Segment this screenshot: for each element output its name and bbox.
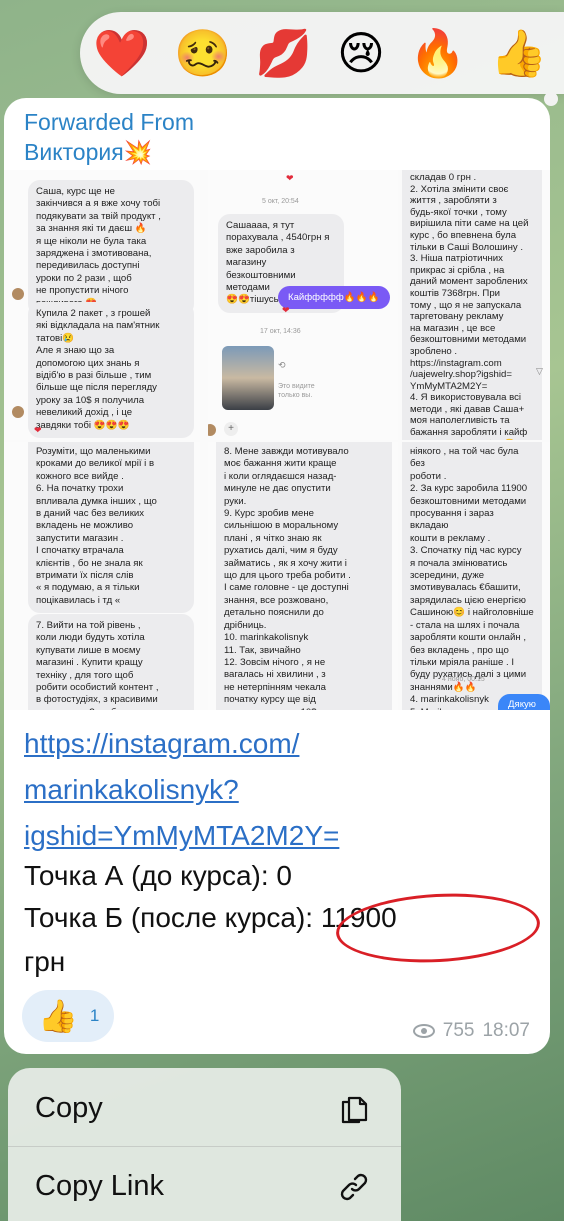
menu-item-copy-link[interactable]: Copy Link [8,1148,401,1221]
collage-panel-1: Саша, курс ще не закінчився а я вже хочу… [4,170,200,440]
instagram-link-line-1[interactable]: https://instagram.com/ [24,726,299,762]
chat-message: Саша, курс ще не закінчився а я вже хочу… [28,180,194,317]
share-arrow-icon: ▽ [536,366,543,376]
reaction-kiss[interactable]: 💋 [255,25,312,81]
view-count: 755 [442,1020,475,1041]
message-meta: 755 18:07 [412,1020,530,1042]
screenshot-collage[interactable]: Саша, курс ще не закінчився а я вже хочу… [4,170,550,710]
collage-panel-2: ❤ 5 окт, 20:54 Сашаааа, я тут порахувала… [208,170,398,440]
chat-date: 17 окт, 14:36 [260,328,301,335]
reaction-fire[interactable]: 🔥 [409,25,466,81]
forwarded-sender-name: Виктория [24,139,124,165]
chat-message: складав 0 грн . 2. Хотіла змінити своє ж… [402,170,542,440]
reaction-thumbs-up[interactable]: 👍 [490,25,547,81]
point-a-text: Точка А (до курса): 0 [24,860,292,891]
reaction-count: 1 [89,1006,100,1025]
eye-icon [412,1024,435,1038]
shared-photo [222,346,274,410]
instagram-link-line-2[interactable]: marinkakolisnyk? [24,772,239,808]
chat-message-sent: Кайффффф🔥🔥🔥 [278,286,390,309]
reaction-bar: ❤️ 🥴 💋 😢 🔥 👍 [80,12,564,94]
reaction-heart[interactable]: ❤️ [93,25,150,81]
chat-message: 8. Мене завжди мотивувало моє бажання жи… [216,442,392,710]
avatar [208,424,216,436]
menu-item-copy-label: Copy [35,1091,103,1124]
collage-panel-6: ніякого , на той час була без роботи . 2… [402,442,550,710]
collage-panel-4: Розуміти, що маленькими кроками до велик… [4,442,200,710]
thumbs-up-icon: 👍 [38,997,78,1035]
menu-divider [8,1146,401,1147]
collage-panel-3: складав 0 грн . 2. Хотіла змінити своє ж… [402,170,550,440]
reaction-crying-face[interactable]: 😢 [337,25,385,81]
add-reaction-icon: + [224,422,238,436]
chat-message: Купила 2 пакет , з грошей які відкладала… [28,302,194,439]
reaction-bar-tail [544,92,558,106]
chat-message: ніякого , на той час була без роботи . 2… [402,442,542,710]
context-menu: Copy Copy Link [8,1068,401,1221]
reaction-woozy-face[interactable]: 🥴 [174,25,231,81]
avatar [12,288,24,300]
link-icon [340,1173,368,1201]
forwarded-sender[interactable]: Виктория💥 [24,138,152,167]
heart-reaction: ❤ [286,174,294,184]
chat-date: 5 окт, 20:54 [262,198,299,205]
instagram-link-line-3[interactable]: igshid=YmMyMTA2M2Y= [24,818,339,854]
avatar [12,406,24,418]
deleted-note: Это видите только вы. [278,383,315,399]
reaction-chip[interactable]: 👍 1 [22,990,114,1042]
copy-icon [341,1096,368,1124]
collision-emoji: 💥 [123,140,153,166]
currency-text: грн [24,946,66,977]
chat-date: 4 нояб, 00:15 [442,676,485,683]
menu-item-copy-link-label: Copy Link [35,1169,164,1202]
timer-icon: ⟲ [278,360,286,370]
forwarded-label: Forwarded From [24,109,194,135]
chat-message-sent: Дякую❤️ [498,694,550,710]
heart-reaction: ❤ [282,306,290,316]
collage-panel-5: 8. Мене завжди мотивувало моє бажання жи… [208,442,398,710]
message-time: 18:07 [482,1020,530,1041]
chat-message: Розуміти, що маленькими кроками до велик… [28,442,194,614]
menu-item-copy[interactable]: Copy [8,1070,401,1146]
chat-message: 7. Вийти на той рівень , коли люди будут… [28,614,194,710]
heart-reaction: ❤ [34,426,42,436]
message-bubble[interactable]: Forwarded From Виктория💥 Саша, курс ще н… [4,98,550,1054]
